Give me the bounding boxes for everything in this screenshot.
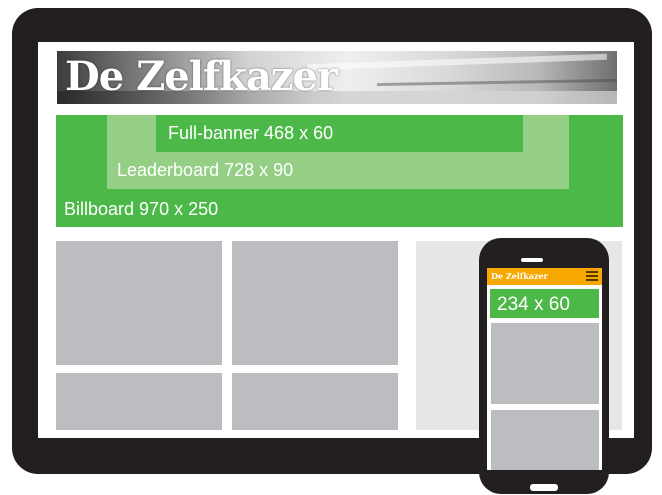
mobile-content-block xyxy=(491,410,599,470)
mobile-logo: De Zelfkazer xyxy=(491,271,548,281)
leaderboard-label: Leaderboard 728 x 90 xyxy=(117,160,294,180)
full-banner-label: Full-banner 468 x 60 xyxy=(168,123,334,143)
content-block xyxy=(56,373,222,430)
hamburger-menu-icon[interactable] xyxy=(586,271,598,281)
phone-speaker xyxy=(521,258,543,262)
mobile-banner-label: 234 x 60 xyxy=(497,294,570,315)
site-logo: De Zelfkazer xyxy=(65,53,338,100)
mobile-header: De Zelfkazer xyxy=(487,268,602,285)
mobile-content-block xyxy=(491,323,599,404)
billboard-label: Billboard 970 x 250 xyxy=(64,199,219,219)
content-block xyxy=(232,241,398,365)
masthead-texture xyxy=(376,78,617,87)
content-block xyxy=(56,241,222,365)
site-masthead: De Zelfkazer xyxy=(57,51,617,104)
phone-home-button[interactable] xyxy=(530,484,558,491)
masthead-texture xyxy=(306,53,608,71)
content-block xyxy=(232,373,398,430)
mobile-banner-ad[interactable]: 234 x 60 xyxy=(490,289,599,318)
